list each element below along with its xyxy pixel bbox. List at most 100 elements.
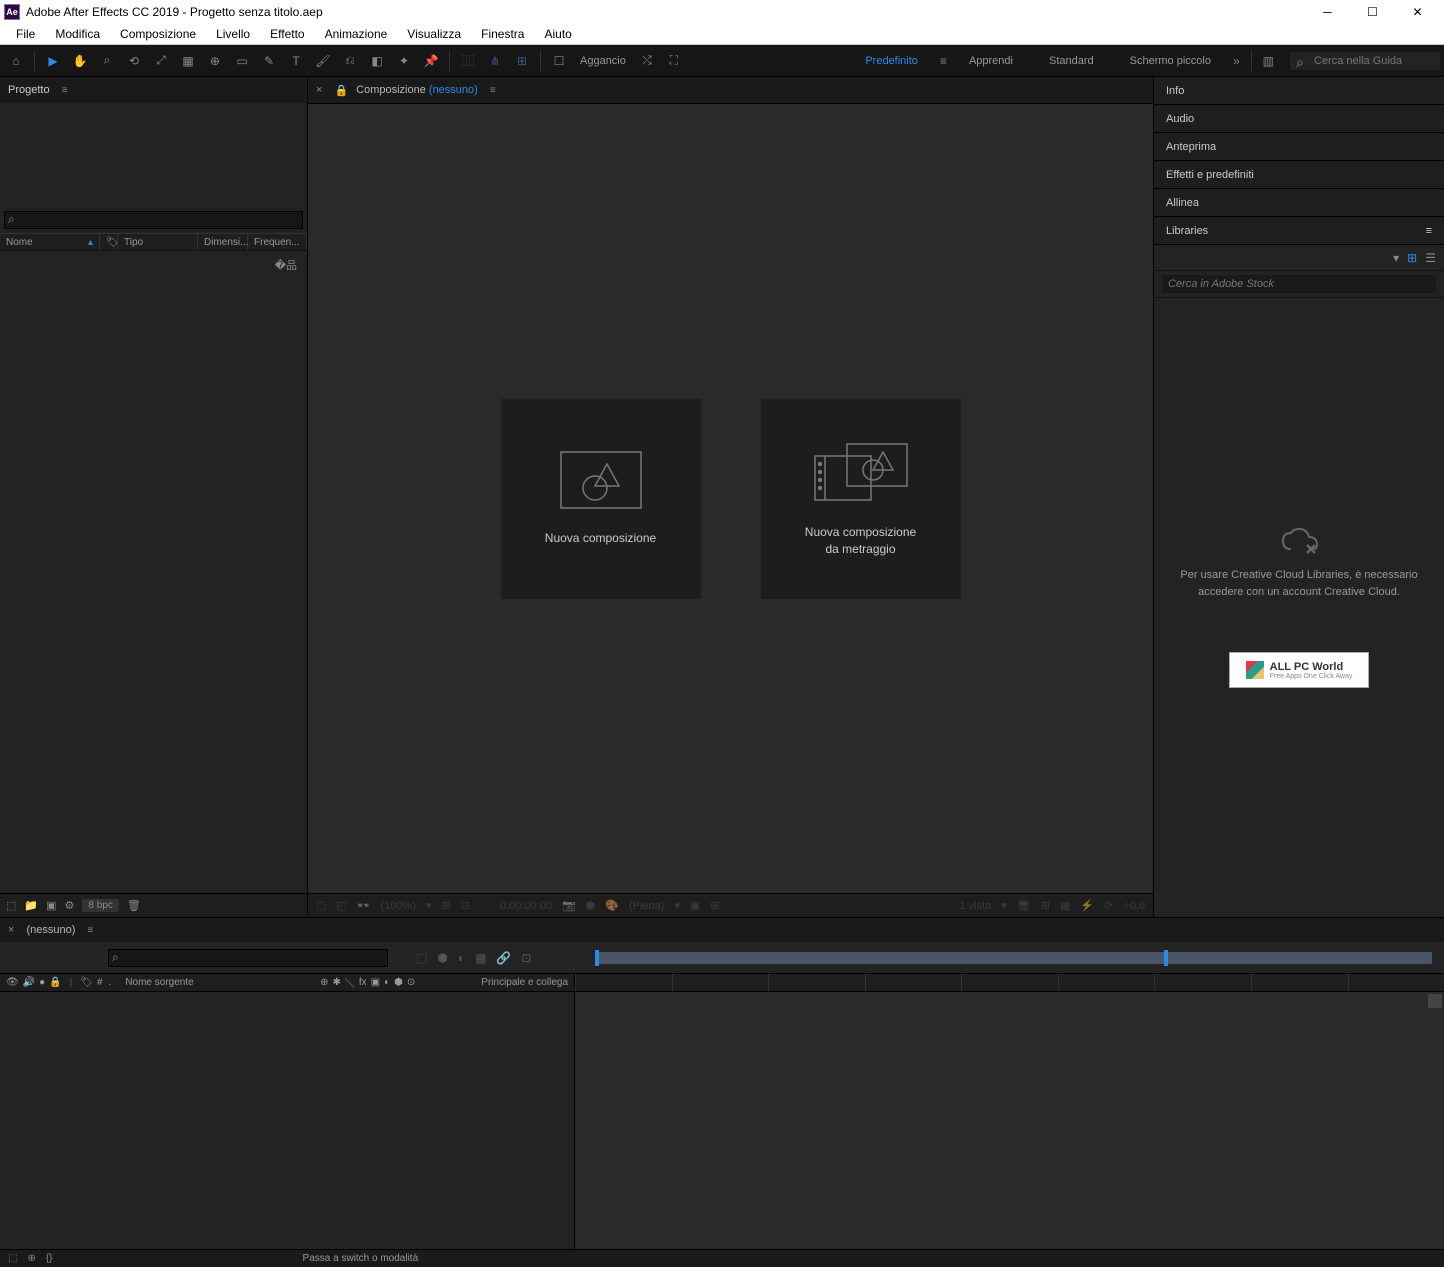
col-tag-icon[interactable]: 🏷 bbox=[100, 234, 118, 250]
footer-icon[interactable]: ▦ bbox=[1060, 899, 1070, 912]
panel-menu-icon[interactable]: ≡ bbox=[87, 925, 93, 936]
index-column-icon[interactable]: # bbox=[97, 977, 103, 988]
tl-tool-icon[interactable]: ⬢ bbox=[437, 951, 447, 965]
footer-icon[interactable]: ▾ bbox=[1001, 899, 1007, 912]
panel-effetti[interactable]: Effetti e predefiniti bbox=[1154, 161, 1444, 189]
eraser-tool-icon[interactable]: ◧ bbox=[365, 47, 389, 75]
anchor-tool-icon[interactable]: ⊕ bbox=[203, 47, 227, 75]
solo-column-icon[interactable]: ● bbox=[39, 977, 45, 988]
parent-column[interactable]: Principale e collega bbox=[481, 977, 568, 988]
workspace-menu-icon[interactable]: ≡ bbox=[940, 54, 947, 68]
zoom-label[interactable]: (100%) bbox=[381, 900, 416, 912]
footer-icon[interactable]: ⊞ bbox=[710, 899, 719, 912]
panel-anteprima[interactable]: Anteprima bbox=[1154, 133, 1444, 161]
menu-aiuto[interactable]: Aiuto bbox=[534, 25, 581, 43]
timeline-search-input[interactable] bbox=[108, 949, 388, 967]
navigator-end-handle[interactable] bbox=[1164, 950, 1168, 966]
menu-file[interactable]: File bbox=[6, 25, 45, 43]
maximize-button[interactable]: ☐ bbox=[1350, 0, 1395, 23]
footer-icon[interactable]: ⬢ bbox=[586, 899, 596, 912]
footer-icon[interactable]: ▣ bbox=[690, 899, 700, 912]
tl-tool-icon[interactable]: ◐ bbox=[458, 951, 465, 965]
hand-tool-icon[interactable]: ✋ bbox=[68, 47, 92, 75]
panel-menu-icon[interactable]: ≡ bbox=[1426, 225, 1432, 237]
menu-animazione[interactable]: Animazione bbox=[315, 25, 398, 43]
footer-icon[interactable]: ◰ bbox=[336, 899, 346, 912]
switch-icon[interactable]: fx bbox=[359, 977, 367, 988]
flowchart-icon[interactable]: �品 bbox=[275, 257, 297, 273]
axis-icon[interactable]: ⿲ bbox=[456, 47, 480, 75]
workspace-more-icon[interactable]: » bbox=[1233, 54, 1240, 68]
timecode-label[interactable]: 0:00:00:00 bbox=[500, 900, 552, 912]
shape-tool-icon[interactable]: ▭ bbox=[230, 47, 254, 75]
project-list[interactable]: �品 bbox=[0, 251, 307, 893]
orbit-tool-icon[interactable]: ⟲ bbox=[122, 47, 146, 75]
status-icon[interactable]: {} bbox=[46, 1253, 53, 1264]
new-folder-icon[interactable]: 📁 bbox=[24, 899, 38, 912]
comp-lock-icon[interactable]: 🔒 bbox=[334, 84, 348, 97]
panel-toggle-icon[interactable]: ▥ bbox=[1263, 54, 1274, 68]
interpret-footage-icon[interactable]: ⬚ bbox=[6, 899, 16, 912]
snap-option1-icon[interactable]: ⤭ bbox=[635, 47, 659, 75]
switch-icon[interactable]: ▣ bbox=[371, 977, 380, 988]
comp-tab-label[interactable]: Composizione (nessuno) bbox=[356, 84, 478, 96]
exposure-label[interactable]: +0,0 bbox=[1123, 900, 1145, 912]
footer-icon[interactable]: ▢ bbox=[316, 899, 326, 912]
project-search-input[interactable] bbox=[4, 211, 303, 229]
workspace-apprendi[interactable]: Apprendi bbox=[955, 51, 1027, 71]
footer-icon[interactable]: 🖥 bbox=[1017, 899, 1031, 912]
switch-icon[interactable]: ◐ bbox=[384, 977, 390, 988]
switch-icon[interactable]: ⬢ bbox=[394, 977, 403, 988]
source-name-column[interactable]: Nome sorgente bbox=[125, 977, 193, 988]
help-search-input[interactable] bbox=[1290, 52, 1440, 70]
footer-icon[interactable]: 👓 bbox=[357, 899, 371, 912]
panel-menu-icon[interactable]: ≡ bbox=[490, 85, 496, 96]
puppet-tool-icon[interactable]: 📌 bbox=[419, 47, 443, 75]
trash-icon[interactable]: 🗑 bbox=[127, 899, 141, 912]
panel-info[interactable]: Info bbox=[1154, 77, 1444, 105]
brush-tool-icon[interactable]: 🖌 bbox=[311, 47, 335, 75]
footer-icon[interactable]: 🎨 bbox=[605, 899, 619, 912]
status-icon[interactable]: ⊕ bbox=[27, 1253, 35, 1264]
col-tipo[interactable]: Tipo bbox=[118, 234, 198, 250]
bpc-indicator[interactable]: 8 bpc bbox=[82, 899, 118, 912]
timeline-tab[interactable]: (nessuno) bbox=[26, 924, 75, 936]
roto-tool-icon[interactable]: ✦ bbox=[392, 47, 416, 75]
eye-column-icon[interactable]: 👁 bbox=[6, 977, 19, 988]
menu-livello[interactable]: Livello bbox=[206, 25, 260, 43]
menu-finestra[interactable]: Finestra bbox=[471, 25, 534, 43]
project-tab[interactable]: Progetto bbox=[8, 84, 50, 96]
audio-column-icon[interactable]: 🔊 bbox=[23, 977, 35, 988]
zoom-tool-icon[interactable]: ⌕ bbox=[95, 47, 119, 75]
switch-icon[interactable]: ⊙ bbox=[407, 977, 415, 988]
new-comp-icon[interactable]: ▣ bbox=[46, 899, 56, 912]
clone-tool-icon[interactable]: ⎌ bbox=[338, 47, 362, 75]
minimize-button[interactable]: ─ bbox=[1305, 0, 1350, 23]
grid-view-icon[interactable]: ⊞ bbox=[1407, 251, 1417, 265]
footer-icon[interactable]: 📷 bbox=[562, 899, 576, 912]
new-composition-card[interactable]: Nuova composizione bbox=[501, 399, 701, 599]
grid-icon[interactable]: ⊞ bbox=[510, 47, 534, 75]
tl-tool-icon[interactable]: ⬚ bbox=[416, 951, 427, 965]
workspace-predefinito[interactable]: Predefinito bbox=[851, 51, 932, 71]
tl-tool-icon[interactable]: ⊡ bbox=[521, 951, 531, 965]
list-view-icon[interactable]: ☰ bbox=[1425, 251, 1436, 265]
comp-tab-close-icon[interactable]: × bbox=[316, 84, 322, 96]
switch-icon[interactable]: ✱ bbox=[332, 977, 340, 988]
close-button[interactable]: ✕ bbox=[1395, 0, 1440, 23]
menu-effetto[interactable]: Effetto bbox=[260, 25, 314, 43]
footer-icon[interactable]: ▾ bbox=[674, 899, 680, 912]
snap-option2-icon[interactable]: ⛶ bbox=[662, 47, 686, 75]
status-icon[interactable]: ⬚ bbox=[8, 1253, 17, 1264]
project-settings-icon[interactable]: ⚙ bbox=[65, 899, 75, 912]
lock-column-icon[interactable]: 🔒 bbox=[49, 977, 61, 988]
navigator-start-handle[interactable] bbox=[595, 950, 599, 966]
views-label[interactable]: 1 vista bbox=[959, 900, 991, 912]
footer-icon[interactable]: ⚡ bbox=[1080, 899, 1094, 912]
workspace-standard[interactable]: Standard bbox=[1035, 51, 1108, 71]
footer-icon[interactable]: ⊞ bbox=[442, 899, 451, 912]
footer-icon[interactable]: ⟳ bbox=[1104, 899, 1113, 912]
label-column-icon[interactable]: 🏷 bbox=[80, 977, 93, 988]
workspace-schermo-piccolo[interactable]: Schermo piccolo bbox=[1116, 51, 1225, 71]
switch-icon[interactable]: ＼ bbox=[345, 975, 355, 990]
